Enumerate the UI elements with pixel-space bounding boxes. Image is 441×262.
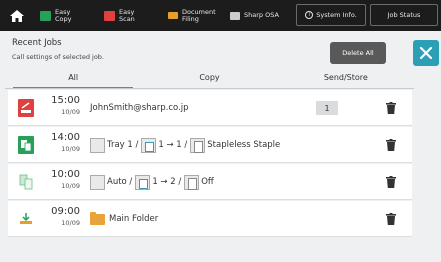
job-row[interactable]: 10:00 10/09 Auto / 1 → 2 / Off bbox=[8, 164, 412, 200]
copy-app-icon bbox=[40, 10, 51, 21]
job-row[interactable]: 14:00 10/09 Tray 1 / 1 → 1 / Stapleless … bbox=[8, 127, 412, 163]
document-filing-label-2: Filing bbox=[182, 14, 199, 23]
duplex-icon bbox=[135, 174, 151, 190]
trash-icon bbox=[386, 213, 396, 225]
copy-light-icon bbox=[18, 173, 34, 191]
job-date-value: 10/09 bbox=[61, 182, 80, 190]
job-time-value: 09:00 bbox=[51, 206, 80, 217]
system-info-label: System Info. bbox=[316, 11, 357, 19]
job-time: 15:00 10/09 bbox=[46, 95, 80, 117]
job-row[interactable]: 09:00 10/09 Main Folder bbox=[8, 201, 412, 237]
job-description: Auto / 1 → 2 / Off bbox=[90, 164, 214, 200]
delete-job-button[interactable] bbox=[384, 174, 398, 190]
page-title: Recent Jobs bbox=[12, 38, 62, 48]
paper-tray-icon bbox=[90, 137, 105, 153]
job-time-value: 10:00 bbox=[51, 169, 80, 180]
sharp-osa-shortcut[interactable]: Sharp OSA bbox=[230, 0, 292, 31]
delete-job-button[interactable] bbox=[384, 211, 398, 227]
job-filter-tabs: All Copy Send/Store bbox=[5, 73, 414, 89]
job-row[interactable]: 15:00 10/09 JohnSmith@sharp.co.jp 1 bbox=[8, 90, 412, 126]
trash-icon bbox=[386, 139, 396, 151]
job-time: 09:00 10/09 bbox=[46, 206, 80, 228]
job-finishing: Off bbox=[201, 177, 214, 187]
scan-app-icon bbox=[104, 10, 115, 21]
home-button[interactable] bbox=[0, 0, 34, 31]
staple-icon bbox=[190, 137, 206, 153]
job-time-value: 14:00 bbox=[51, 132, 80, 143]
tab-send-store[interactable]: Send/Store bbox=[278, 73, 414, 88]
system-info-button[interactable]: i System Info. bbox=[296, 4, 366, 26]
job-folder-name: Main Folder bbox=[109, 214, 159, 224]
delete-job-button[interactable] bbox=[384, 137, 398, 153]
store-icon bbox=[18, 210, 34, 228]
job-duplex: 1 → 1 / bbox=[158, 140, 188, 150]
trash-icon bbox=[386, 102, 396, 114]
copy-icon bbox=[18, 136, 34, 154]
job-time: 14:00 10/09 bbox=[46, 132, 80, 154]
easy-copy-label-2: Copy bbox=[55, 14, 72, 23]
delete-job-button[interactable] bbox=[384, 100, 398, 116]
email-scan-icon bbox=[18, 99, 34, 117]
page-subtitle: Call settings of selected job. bbox=[12, 53, 104, 61]
tab-divider bbox=[5, 88, 414, 89]
document-filing-icon bbox=[168, 12, 178, 19]
copies-count: 1 bbox=[316, 101, 338, 115]
job-description: JohnSmith@sharp.co.jp bbox=[90, 90, 189, 126]
job-destination: JohnSmith@sharp.co.jp bbox=[90, 103, 189, 113]
delete-all-button[interactable]: Delete All bbox=[330, 42, 386, 64]
job-time: 10:00 10/09 bbox=[46, 169, 80, 191]
document-filing-shortcut[interactable]: Document Filing bbox=[168, 0, 230, 31]
top-bar: Easy Copy Easy Scan Document Filing Shar… bbox=[0, 0, 441, 31]
job-description: Tray 1 / 1 → 1 / Stapleless Staple bbox=[90, 127, 280, 163]
sharp-osa-icon bbox=[230, 11, 240, 20]
job-description: Main Folder bbox=[90, 201, 158, 237]
easy-scan-shortcut[interactable]: Easy Scan bbox=[104, 0, 156, 31]
trash-icon bbox=[386, 176, 396, 188]
close-button[interactable] bbox=[413, 40, 439, 66]
job-date-value: 10/09 bbox=[61, 219, 80, 227]
job-time-value: 15:00 bbox=[51, 95, 80, 106]
tab-copy[interactable]: Copy bbox=[141, 73, 277, 88]
job-date-value: 10/09 bbox=[61, 145, 80, 153]
close-icon bbox=[419, 46, 433, 60]
home-icon bbox=[10, 9, 24, 22]
staple-icon bbox=[184, 174, 200, 190]
paper-tray-icon bbox=[90, 174, 105, 190]
job-tray: Tray 1 / bbox=[107, 140, 139, 150]
recent-jobs-list: 15:00 10/09 JohnSmith@sharp.co.jp 1 14:0… bbox=[8, 90, 412, 238]
easy-copy-shortcut[interactable]: Easy Copy bbox=[40, 0, 94, 31]
job-status-button[interactable]: Job Status bbox=[370, 4, 438, 26]
job-tray: Auto / bbox=[107, 177, 133, 187]
easy-scan-label-2: Scan bbox=[119, 14, 135, 23]
tab-all[interactable]: All bbox=[5, 73, 141, 89]
sharp-osa-label: Sharp OSA bbox=[244, 11, 279, 19]
folder-icon bbox=[90, 211, 105, 225]
job-status-label: Job Status bbox=[387, 11, 421, 19]
info-icon: i bbox=[305, 11, 314, 19]
job-date-value: 10/09 bbox=[61, 108, 80, 116]
duplex-icon bbox=[141, 137, 157, 153]
job-finishing: Stapleless Staple bbox=[207, 140, 281, 150]
job-duplex: 1 → 2 / bbox=[152, 177, 182, 187]
